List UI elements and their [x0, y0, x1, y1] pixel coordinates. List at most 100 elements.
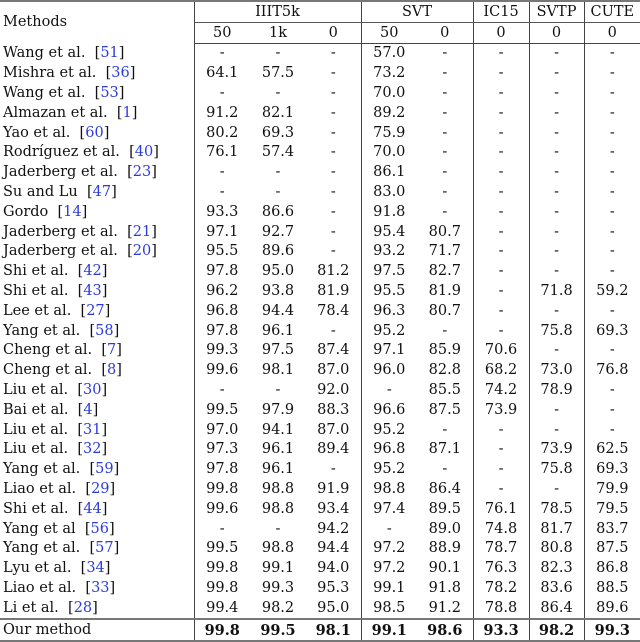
value-cell: 99.4: [206, 599, 239, 616]
citation-link[interactable]: 20: [133, 243, 151, 259]
table-row: Yang et al. [57] 99.5 98.8 94.4 97.2 88.9 78.7…: [0, 538, 640, 559]
value-cell: 71.7: [428, 243, 461, 260]
value-cell: 68.2: [472, 360, 530, 381]
value-cell: 95.3: [317, 579, 350, 596]
table-row: Yao et al. [60] 80.2 69.3-75.9- - - -: [0, 123, 640, 143]
method-cell: Mishra et al. [36]: [0, 63, 195, 84]
value-cell: 78.7: [472, 538, 530, 559]
method-name: Jaderberg et al.: [3, 243, 118, 260]
value-cell: 98.8: [360, 479, 418, 500]
citation-link[interactable]: 36: [111, 65, 129, 81]
citation-link[interactable]: 29: [91, 481, 109, 497]
citation-link[interactable]: 53: [100, 85, 118, 101]
value-cell: -: [472, 281, 530, 302]
value-cell: 80.7: [428, 302, 461, 319]
citation-link[interactable]: 33: [91, 580, 109, 596]
value-cell: -: [472, 261, 530, 282]
value-cell: -: [528, 301, 585, 322]
value-cell: -: [583, 420, 640, 440]
value-cell: 89.5: [428, 500, 461, 517]
value-cell: 95.5: [206, 243, 239, 260]
value-cell: -: [330, 183, 336, 200]
value-cell: 96.0: [360, 360, 418, 381]
citation-link[interactable]: 23: [133, 164, 151, 180]
citation-link[interactable]: 31: [83, 422, 101, 438]
citation-link[interactable]: 40: [135, 144, 153, 160]
citation-link[interactable]: 28: [74, 600, 92, 616]
method-name: Shi et al.: [3, 500, 69, 517]
value-cell: -: [472, 123, 530, 143]
value-cell: -: [219, 520, 225, 537]
header-group-row: Methods IIIT5k SVT IC15 SVTP CUTE: [0, 1, 640, 44]
method-cell: Lyu et al. [34]: [0, 558, 195, 579]
value-cell: 82.7: [428, 263, 461, 280]
citation-link[interactable]: 34: [86, 560, 104, 576]
value-cell: -: [442, 203, 448, 220]
value-cell: 81.2: [317, 263, 350, 280]
value-cell: 94.2: [317, 520, 350, 537]
citation-link[interactable]: 51: [100, 45, 118, 61]
citation-link[interactable]: 8: [107, 362, 116, 378]
value-cell: 69.3: [583, 321, 640, 341]
citation-link[interactable]: 14: [63, 204, 81, 220]
citation-link[interactable]: 56: [91, 521, 109, 537]
value-cell: -: [528, 182, 585, 203]
value-cell: 76.8: [583, 360, 640, 381]
value-cell: 96.6: [360, 400, 418, 421]
value-cell: -: [330, 144, 336, 161]
value-cell: 71.8: [528, 281, 585, 302]
citation-link[interactable]: 42: [83, 263, 101, 279]
subcol-header: 1k: [250, 22, 306, 44]
citation-link[interactable]: 21: [133, 224, 151, 240]
value-cell: 64.1: [206, 65, 239, 82]
method-cell: Yang et al. [58]: [0, 321, 195, 341]
citation-link[interactable]: 58: [95, 323, 113, 339]
value-cell: 95.0: [317, 599, 350, 616]
value-cell: -: [330, 203, 336, 220]
value-cell: -: [275, 520, 281, 537]
citation-link[interactable]: 27: [86, 303, 104, 319]
table-row: Mishra et al. [36] 64.1 57.5-73.2- - - -: [0, 63, 640, 84]
value-cell: 93.3: [472, 618, 530, 641]
citation-link[interactable]: 57: [95, 540, 113, 556]
value-cell: 98.1: [306, 618, 362, 641]
citation-link[interactable]: 32: [83, 441, 101, 457]
method-cell: Cheng et al. [8]: [0, 360, 195, 381]
method-name: Lyu et al.: [3, 560, 72, 577]
method-name: Cheng et al.: [3, 342, 93, 359]
citation-link[interactable]: 60: [85, 125, 103, 141]
value-cell: -: [528, 103, 585, 124]
method-cell: Lee et al. [27]: [0, 301, 195, 322]
table-row: Jaderberg et al. [20] 95.5 89.6-93.2 71.7- -…: [0, 241, 640, 262]
method-cell: Yang et al [56]: [0, 519, 195, 539]
value-cell: -: [275, 183, 281, 200]
value-cell: -: [472, 43, 530, 64]
subcol-header: 0: [417, 22, 474, 44]
citation-link[interactable]: 4: [83, 402, 92, 418]
value-cell: 88.9: [428, 540, 461, 557]
table-row: Almazan et al. [1] 91.2 82.1-89.2- - - -: [0, 103, 640, 124]
value-cell: 97.8: [206, 263, 239, 280]
value-cell: -: [583, 103, 640, 124]
table-row: Rodríguez et al. [40] 76.1 57.4-70.0- - - -: [0, 142, 640, 163]
value-cell: -: [528, 340, 585, 361]
citation-link[interactable]: 44: [83, 501, 101, 517]
method-name: Liao et al.: [3, 579, 77, 596]
value-cell: -: [219, 84, 225, 101]
table-row: Yang et al [56] - -94.2-89.0 74.8 81.7 83.7: [0, 519, 640, 539]
value-cell: -: [528, 261, 585, 282]
method-name: Li et al.: [3, 599, 59, 616]
citation-link[interactable]: 59: [95, 461, 113, 477]
value-cell: -: [583, 222, 640, 242]
citation-link[interactable]: 43: [83, 283, 101, 299]
value-cell: -: [583, 400, 640, 421]
value-cell: -: [442, 124, 448, 141]
citation-link[interactable]: 47: [93, 184, 111, 200]
value-cell: -: [330, 243, 336, 260]
value-cell: 94.4: [261, 302, 295, 319]
citation-link[interactable]: 1: [123, 105, 132, 121]
citation-link[interactable]: 30: [83, 382, 101, 398]
citation-link[interactable]: 7: [107, 342, 116, 358]
value-cell: 69.3: [261, 124, 295, 141]
method-name: Wang et al.: [3, 84, 86, 101]
